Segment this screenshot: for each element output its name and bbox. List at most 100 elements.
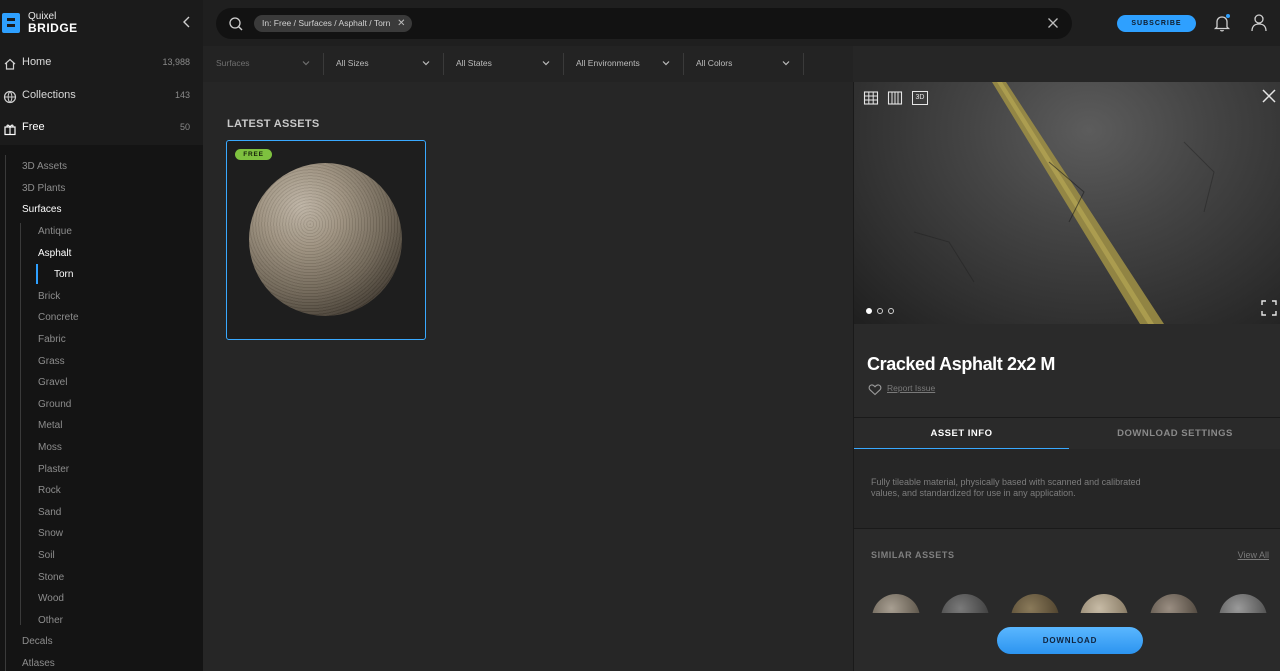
search-filter-chip[interactable]: In: Free / Surfaces / Asphalt / Torn ✕: [254, 15, 413, 32]
3d-view-icon[interactable]: 3D: [912, 91, 928, 105]
asset-detail-panel: 3D Cracked Asphalt 2x2 M Report Issue AS…: [853, 82, 1280, 671]
filter-surfaces-label: Surfaces: [216, 58, 250, 68]
maps-view-icon[interactable]: [887, 91, 903, 105]
filter-surfaces[interactable]: Surfaces: [203, 53, 324, 75]
subnav-moss[interactable]: Moss: [38, 442, 62, 453]
bridge-logo-icon: [2, 13, 20, 33]
subnav-stone[interactable]: Stone: [38, 572, 64, 583]
logo-bridge-text: BRIDGE: [28, 21, 78, 35]
free-badge: FREE: [235, 149, 272, 160]
tree-line-level1: [5, 155, 6, 671]
chevron-down-icon: [542, 61, 550, 66]
filter-environments-label: All Environments: [576, 58, 640, 68]
subnav-plaster[interactable]: Plaster: [38, 464, 69, 475]
asset-card[interactable]: FREE: [226, 140, 426, 340]
road-line-image: [913, 82, 1215, 324]
filter-environments[interactable]: All Environments: [563, 53, 684, 75]
close-panel-icon[interactable]: [1261, 88, 1277, 104]
carousel-dot-1[interactable]: [866, 308, 872, 314]
nav-home-count: 13,988: [162, 57, 190, 67]
filter-sizes-label: All Sizes: [336, 58, 369, 68]
search-chip-text: In: Free / Surfaces / Asphalt / Torn: [262, 18, 391, 28]
collections-icon: [3, 90, 17, 104]
asset-grid-area: LATEST ASSETS FREE: [203, 82, 853, 671]
similar-assets-title: SIMILAR ASSETS: [871, 550, 955, 560]
free-subnav: 3D Assets 3D Plants Surfaces Antique Asp…: [0, 145, 203, 671]
nav-collections-count: 143: [174, 90, 190, 100]
subnav-decals[interactable]: Decals: [22, 636, 53, 647]
download-bar: DOWNLOAD: [854, 613, 1280, 671]
nav-home[interactable]: Home 13,988: [0, 48, 203, 80]
subnav-atlases[interactable]: Atlases: [22, 658, 55, 669]
tab-download-settings[interactable]: DOWNLOAD SETTINGS: [1069, 418, 1280, 450]
favorite-heart-icon[interactable]: [868, 383, 882, 396]
subnav-wood[interactable]: Wood: [38, 593, 64, 604]
view-all-link[interactable]: View All: [1238, 550, 1269, 560]
carousel-dot-2[interactable]: [877, 308, 883, 314]
carousel-dot-3[interactable]: [888, 308, 894, 314]
tab-asset-info[interactable]: ASSET INFO: [854, 418, 1069, 450]
chevron-down-icon: [302, 61, 310, 66]
latest-assets-title: LATEST ASSETS: [227, 118, 320, 130]
subnav-other[interactable]: Other: [38, 615, 63, 626]
chevron-down-icon: [662, 61, 670, 66]
notification-bell-icon[interactable]: [1213, 13, 1231, 33]
subnav-fabric[interactable]: Fabric: [38, 334, 66, 345]
remove-chip-icon[interactable]: ✕: [396, 15, 406, 32]
subnav-3d-assets[interactable]: 3D Assets: [22, 161, 67, 172]
nav-collections-label: Collections: [22, 89, 76, 101]
subnav-ground[interactable]: Ground: [38, 399, 71, 410]
user-account-icon[interactable]: [1250, 13, 1268, 32]
subnav-surfaces[interactable]: Surfaces: [22, 204, 61, 215]
home-icon: [3, 57, 17, 71]
filter-states[interactable]: All States: [443, 53, 564, 75]
subnav-sand[interactable]: Sand: [38, 507, 61, 518]
top-bar: In: Free / Surfaces / Asphalt / Torn ✕ S…: [203, 0, 1280, 46]
nav-free-count: 50: [179, 122, 190, 132]
subnav-gravel[interactable]: Gravel: [38, 377, 67, 388]
filter-colors-label: All Colors: [696, 58, 733, 68]
logo[interactable]: Quixel BRIDGE: [0, 0, 203, 46]
search-bar[interactable]: In: Free / Surfaces / Asphalt / Torn ✕: [216, 8, 1072, 39]
subnav-metal[interactable]: Metal: [38, 420, 62, 431]
download-button[interactable]: DOWNLOAD: [997, 627, 1143, 654]
subnav-soil[interactable]: Soil: [38, 550, 55, 561]
nav-free-label: Free: [22, 121, 45, 133]
detail-tabs: ASSET INFO DOWNLOAD SETTINGS: [854, 417, 1280, 450]
subnav-asphalt[interactable]: Asphalt: [38, 248, 71, 259]
chevron-down-icon: [782, 61, 790, 66]
nav-home-label: Home: [22, 56, 52, 68]
subnav-snow[interactable]: Snow: [38, 528, 63, 539]
subnav-torn[interactable]: Torn: [54, 269, 73, 280]
asset-info-box: Fully tileable material, physically base…: [854, 449, 1280, 529]
subnav-3d-plants[interactable]: 3D Plants: [22, 183, 65, 194]
subnav-brick[interactable]: Brick: [38, 291, 60, 302]
tree-line-level2: [20, 223, 21, 625]
filter-colors[interactable]: All Colors: [683, 53, 804, 75]
subscribe-button[interactable]: SUBSCRIBE: [1117, 15, 1196, 32]
nav-free[interactable]: Free 50: [0, 113, 203, 145]
sidebar: Quixel BRIDGE Home 13,988 Collections 14…: [0, 0, 203, 671]
quixel-bridge-app: Quixel BRIDGE Home 13,988 Collections 14…: [0, 0, 1280, 671]
asset-sphere-thumbnail: [249, 163, 402, 316]
asset-description: Fully tileable material, physically base…: [871, 477, 1141, 498]
grid-view-icon[interactable]: [863, 91, 879, 105]
subnav-concrete[interactable]: Concrete: [38, 312, 79, 323]
search-icon[interactable]: [228, 16, 244, 32]
subnav-antique[interactable]: Antique: [38, 226, 72, 237]
chevron-down-icon: [422, 61, 430, 66]
clear-search-icon[interactable]: [1046, 16, 1060, 30]
subnav-grass[interactable]: Grass: [38, 356, 65, 367]
subnav-rock[interactable]: Rock: [38, 485, 61, 496]
asset-preview-image[interactable]: 3D: [854, 82, 1280, 324]
torn-selected-indicator: [36, 264, 38, 284]
nav-collections[interactable]: Collections 143: [0, 81, 203, 113]
fullscreen-icon[interactable]: [1261, 300, 1277, 316]
gift-icon: [3, 122, 17, 136]
asset-title: Cracked Asphalt 2x2 M: [867, 354, 1056, 374]
collapse-sidebar-icon[interactable]: [180, 14, 194, 30]
filter-states-label: All States: [456, 58, 492, 68]
filter-bar: Surfaces All Sizes All States All Enviro…: [203, 46, 853, 82]
filter-sizes[interactable]: All Sizes: [323, 53, 444, 75]
report-issue-link[interactable]: Report Issue: [887, 383, 935, 393]
